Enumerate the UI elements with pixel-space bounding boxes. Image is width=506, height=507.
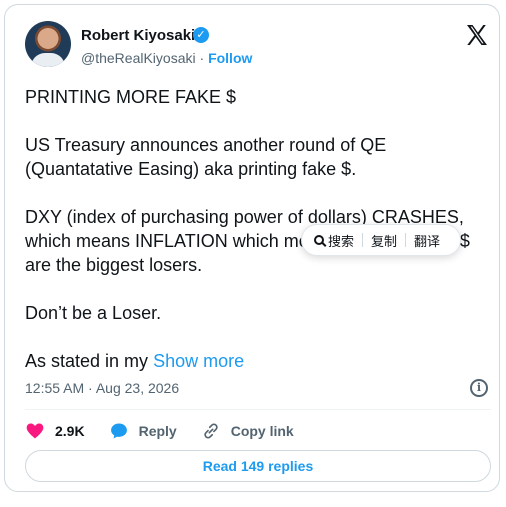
context-translate-label: 翻译 [414,233,441,249]
context-separator [362,233,364,247]
copy-link-button[interactable]: Copy link [201,421,294,441]
context-search-label: 搜索 [328,233,355,249]
author-handle-row: @theRealKiyosaki · Follow [81,50,252,66]
author-name[interactable]: Robert Kiyosaki [81,27,195,44]
context-copy-label: 复制 [371,233,398,249]
tweet-paragraph: US Treasury announces another round of Q… [25,135,387,179]
reply-bubble-icon [110,423,127,439]
tweet-truncated-paragraph: As stated in my Show more [25,349,495,373]
divider [25,409,491,410]
x-logo-icon[interactable] [465,23,489,47]
info-icon[interactable]: i [470,379,488,397]
reply-button[interactable]: Reply [109,421,177,441]
like-count: 2.9K [55,423,85,439]
tweet-paragraph: Don’t be a Loser. [25,303,162,323]
reply-label: Reply [138,423,177,439]
tweet-paragraph: PRINTING MORE FAKE $ [25,87,237,107]
action-bar: 2.9K Reply Copy link [25,418,318,444]
truncated-text: As stated in my [25,351,154,371]
verified-badge-icon: ✓ [193,27,209,43]
show-more-link[interactable]: Show more [153,351,244,371]
heart-icon [26,423,44,439]
context-translate-item[interactable]: 翻译 [414,231,440,250]
context-copy-item[interactable]: 复制 [371,231,397,250]
like-button[interactable]: 2.9K [25,421,85,441]
context-separator [405,233,407,247]
text-selection-context-menu: 搜索 复制 翻译 [301,224,461,256]
link-icon [204,423,218,439]
handle-separator: · [199,50,205,66]
avatar-shirt [31,53,65,67]
tweet-timestamp[interactable]: 12:55 AM · Aug 23, 2026 [25,380,179,396]
read-replies-button[interactable]: Read 149 replies [25,450,491,482]
search-icon [314,235,324,245]
follow-button[interactable]: Follow [208,50,252,66]
author-handle[interactable]: @theRealKiyosaki [81,50,196,66]
copy-link-label: Copy link [230,423,294,439]
context-search-item[interactable]: 搜索 [314,231,354,250]
avatar[interactable] [25,21,71,67]
